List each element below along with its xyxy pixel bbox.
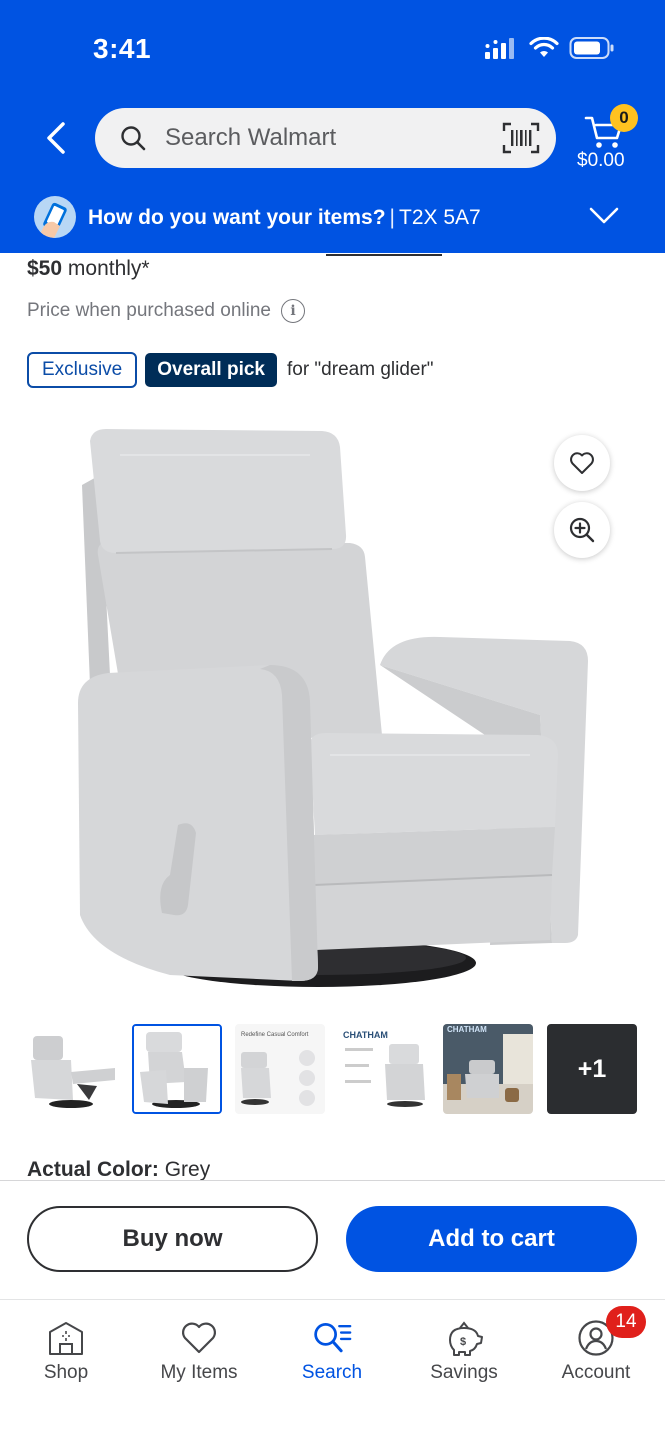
nav-savings-label: Savings <box>430 1362 498 1383</box>
more-images-label: +1 <box>577 1054 607 1083</box>
nav-savings[interactable]: $ Savings <box>404 1318 524 1384</box>
overall-pick-badge: Overall pick <box>145 353 277 387</box>
color-value: Grey <box>164 1158 211 1180</box>
thumbnail-infographic-comfort[interactable]: Redefine Casual Comfort <box>235 1024 325 1114</box>
pick-query: for "dream glider" <box>286 359 434 380</box>
status-time: 3:41 <box>93 33 152 64</box>
nav-account-label: Account <box>561 1362 631 1383</box>
search-icon <box>121 126 146 151</box>
purchase-action-bar: Buy now Add to cart <box>0 1180 665 1300</box>
nav-search-label: Search <box>301 1362 363 1383</box>
cellular-signal-icon <box>485 38 514 59</box>
nav-shop[interactable]: Shop <box>6 1318 126 1384</box>
thumbnail-infographic-chatham[interactable]: CHATHAM <box>339 1024 429 1114</box>
add-to-cart-button[interactable]: Add to cart <box>346 1206 637 1272</box>
delivery-separator: | <box>389 206 395 229</box>
learn-more-link[interactable] <box>326 248 442 256</box>
thumbnail-more[interactable]: +1 <box>547 1024 637 1114</box>
search-bar[interactable] <box>95 108 556 168</box>
svg-text:$: $ <box>460 1336 466 1348</box>
battery-icon <box>569 37 614 59</box>
heart-icon <box>182 1322 216 1354</box>
nav-my-items-label: My Items <box>160 1362 238 1383</box>
nav-search[interactable]: Search <box>272 1318 392 1384</box>
price-note: Price when purchased online i <box>27 299 305 323</box>
favorite-button[interactable] <box>554 435 610 491</box>
delivery-phone-icon <box>34 196 76 238</box>
product-image[interactable] <box>60 415 605 1000</box>
nav-shop-label: Shop <box>43 1362 89 1383</box>
search-input[interactable] <box>165 124 502 152</box>
search-list-icon <box>314 1323 352 1353</box>
svg-text:CHATHAM: CHATHAM <box>343 1030 388 1040</box>
thumbnail-front[interactable] <box>132 1024 222 1114</box>
delivery-question: How do you want your items? <box>88 206 386 229</box>
monthly-suffix: monthly* <box>67 257 150 280</box>
cart-count-badge: 0 <box>610 104 638 132</box>
color-selection: Actual Color: Grey <box>27 1158 210 1180</box>
thumbnail-reclined[interactable] <box>27 1024 117 1114</box>
buy-now-button[interactable]: Buy now <box>27 1206 318 1272</box>
delivery-prompt: How do you want your items? | T2X 5A7 <box>88 206 481 230</box>
heart-icon <box>570 452 594 474</box>
chevron-down-icon <box>589 207 619 224</box>
app-header: 3:41 Search Walmart 0 $0.00 How do you w… <box>0 0 665 253</box>
nav-account[interactable]: Account 14 <box>536 1306 656 1384</box>
piggy-bank-icon: $ <box>449 1321 483 1356</box>
image-thumbnails: Redefine Casual Comfort CHATHAM CHATHAM <box>27 1024 639 1116</box>
zoom-button[interactable] <box>554 502 610 558</box>
status-icons <box>485 36 615 60</box>
barcode-scan-icon[interactable] <box>502 121 540 155</box>
zoom-in-icon <box>569 517 595 543</box>
color-label: Actual Color: <box>27 1158 159 1180</box>
cart-total: $0.00 <box>577 150 625 171</box>
exclusive-badge: Exclusive <box>27 352 138 388</box>
product-tags: Exclusive Overall pick for "dream glider… <box>27 352 434 388</box>
account-notification-badge: 14 <box>606 1306 646 1338</box>
monthly-amount: $50 <box>27 257 63 280</box>
wifi-icon <box>529 37 559 57</box>
store-icon <box>49 1322 83 1355</box>
nav-my-items[interactable]: My Items <box>139 1318 259 1384</box>
svg-text:CHATHAM: CHATHAM <box>447 1025 487 1034</box>
delivery-selector[interactable]: How do you want your items? | T2X 5A7 <box>0 196 665 246</box>
bottom-navigation: Shop My Items Search $ Savings Account 1… <box>0 1299 665 1440</box>
cart-button[interactable]: 0 $0.00 <box>576 104 646 176</box>
thumbnail-room[interactable]: CHATHAM <box>443 1024 533 1114</box>
svg-text:Redefine Casual Comfort: Redefine Casual Comfort <box>241 1032 309 1038</box>
monthly-payment: $50 monthly* <box>27 257 150 281</box>
info-icon[interactable]: i <box>281 299 305 323</box>
delivery-zip: T2X 5A7 <box>399 206 481 229</box>
back-arrow-icon[interactable] <box>36 118 76 158</box>
price-note-text: Price when purchased online <box>27 300 271 321</box>
